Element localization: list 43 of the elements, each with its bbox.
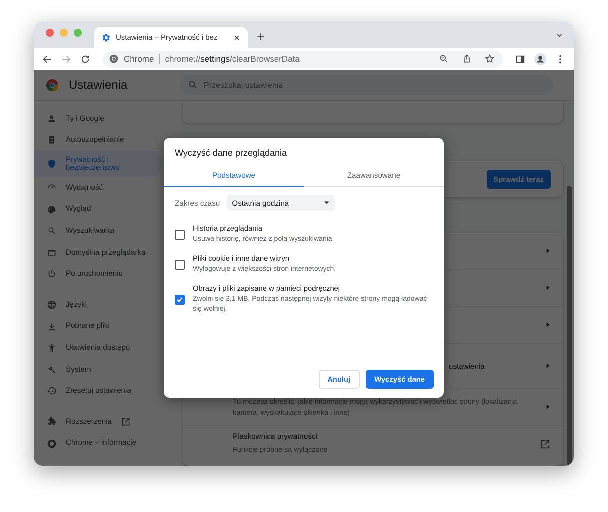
power-icon	[47, 269, 57, 280]
back-icon[interactable]	[42, 54, 53, 64]
browser-window-icon	[47, 248, 57, 258]
shield-icon	[47, 159, 57, 170]
caret-icon	[324, 200, 330, 206]
star-icon[interactable]	[485, 54, 495, 64]
close-icon[interactable]	[233, 34, 241, 42]
settings-title: Ustawienia	[69, 78, 128, 92]
site-label: Chrome	[124, 54, 154, 64]
checkbox[interactable]	[175, 294, 185, 305]
checkbox[interactable]	[175, 230, 185, 240]
url-text: chrome://settings/clearBrowserData	[165, 54, 300, 64]
address-bar[interactable]: Chrome chrome://settings/clearBrowserData	[103, 50, 503, 68]
share-icon[interactable]	[462, 54, 472, 64]
external-link-icon[interactable]	[540, 438, 551, 450]
close-window-button[interactable]	[46, 29, 54, 37]
zoom-out-icon[interactable]	[439, 54, 449, 64]
arrow-right-icon[interactable]	[545, 248, 551, 254]
download-icon	[47, 322, 57, 332]
new-tab-icon[interactable]	[256, 32, 266, 42]
reload-icon[interactable]	[80, 54, 91, 64]
dialog-title: Wyczyść dane przeglądania	[174, 147, 288, 160]
chrome-logo-icon	[46, 78, 59, 92]
search-icon	[47, 226, 57, 236]
palette-icon	[47, 204, 57, 215]
puzzle-icon	[47, 416, 57, 427]
chrome-icon	[47, 438, 57, 449]
checkbox[interactable]	[175, 260, 185, 270]
chrome-icon	[109, 54, 119, 64]
person-icon	[47, 114, 57, 124]
clipboard-icon	[47, 135, 57, 146]
arrow-right-icon[interactable]	[545, 322, 551, 328]
history-icon	[47, 386, 57, 396]
profile-avatar-icon[interactable]	[534, 52, 547, 66]
arrow-right-icon[interactable]	[545, 404, 551, 410]
gear-icon	[101, 32, 111, 42]
accessibility-icon	[47, 343, 57, 354]
scrollbar[interactable]	[567, 186, 572, 466]
arrow-right-icon[interactable]	[545, 363, 551, 369]
arrow-right-icon[interactable]	[545, 285, 551, 291]
side-panel-icon[interactable]	[515, 54, 526, 64]
wrench-icon	[47, 364, 57, 375]
globe-icon	[47, 300, 57, 310]
